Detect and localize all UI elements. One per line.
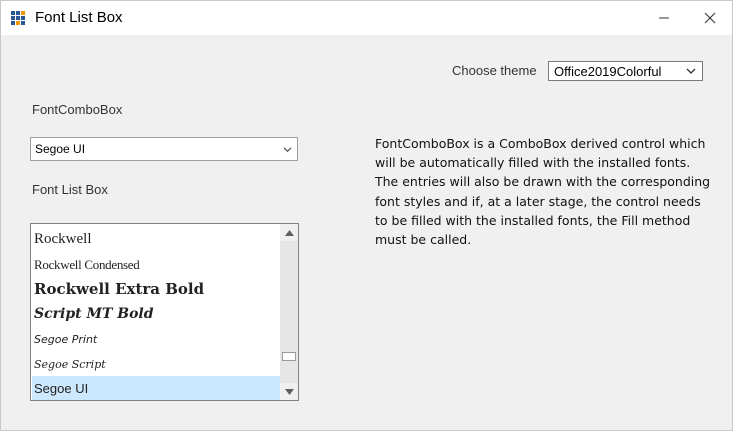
font-list-item[interactable]: Rockwell Extra Bold	[32, 277, 280, 302]
description-text: FontComboBox is a ComboBox derived contr…	[375, 136, 711, 248]
list-scrollbar[interactable]	[280, 224, 298, 400]
scroll-up-button[interactable]	[280, 224, 298, 241]
triangle-down-icon	[284, 388, 294, 395]
scroll-down-button[interactable]	[280, 383, 298, 400]
chevron-down-icon	[283, 147, 292, 153]
scroll-thumb[interactable]	[282, 352, 296, 361]
font-list-label: Font List Box	[32, 182, 108, 197]
close-button[interactable]	[687, 1, 733, 35]
minimize-button[interactable]	[641, 1, 687, 35]
window-title: Font List Box	[35, 9, 123, 26]
main-window: Font List Box Choose theme Office2019Col…	[0, 0, 733, 431]
theme-dropdown[interactable]: Office2019Colorful	[548, 61, 703, 81]
font-combo-label: FontComboBox	[32, 102, 123, 117]
chevron-down-icon	[686, 68, 696, 74]
font-list-item[interactable]: Rockwell Condensed	[32, 252, 280, 277]
app-grid-icon	[11, 11, 25, 25]
triangle-up-icon	[284, 229, 294, 236]
font-list-item[interactable]: Rockwell	[32, 227, 280, 252]
font-combo-selected-value: Segoe UI	[35, 142, 86, 156]
font-combo-box[interactable]: Segoe UI	[30, 137, 298, 161]
font-list-item[interactable]: Segoe Script	[32, 352, 280, 377]
font-list-item[interactable]: Script MT Bold	[32, 302, 280, 327]
font-list-item[interactable]: Segoe Print	[32, 327, 280, 352]
theme-selected-value: Office2019Colorful	[554, 64, 662, 79]
title-bar[interactable]: Font List Box	[1, 1, 732, 35]
minimize-icon	[659, 17, 669, 19]
font-list-box[interactable]: Rockwell Rockwell Condensed Rockwell Ext…	[30, 223, 299, 401]
close-icon	[704, 12, 716, 24]
theme-label: Choose theme	[452, 63, 537, 78]
font-list-item-selected[interactable]: Segoe UI	[32, 376, 280, 400]
